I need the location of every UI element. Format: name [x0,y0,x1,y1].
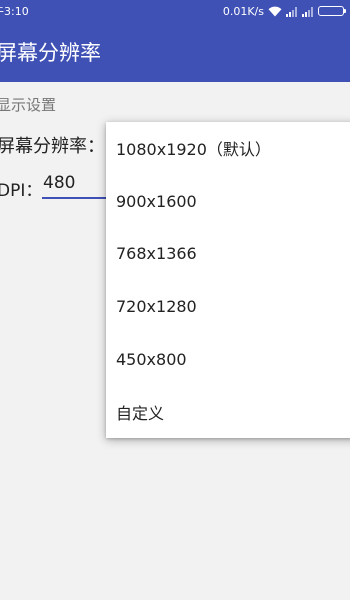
dropdown-option-768x1366[interactable]: 768x1366 [106,227,350,280]
battery-icon [318,6,346,16]
dropdown-option-900x1600[interactable]: 900x1600 [106,175,350,228]
resolution-dropdown-menu: 1080x1920（默认） 900x1600 768x1366 720x1280… [106,122,350,438]
status-time: 午3:10 [0,5,29,18]
status-indicators: 0.01K/s [222,3,346,19]
dpi-label: DPI： [0,181,43,201]
wifi-icon [268,6,282,17]
dropdown-option-custom[interactable]: 自定义 [106,385,350,438]
signal-icon [286,6,298,17]
page-title: 屏幕分辨率 [0,41,101,65]
dropdown-option-720x1280[interactable]: 720x1280 [106,280,350,333]
section-header-display-settings: 显示设置 [0,96,57,114]
status-bar: 午3:10 0.01K/s [0,0,350,22]
resolution-label: 屏幕分辨率： [0,136,105,157]
dropdown-option-450x800[interactable]: 450x800 [106,333,350,386]
dropdown-option-1080x1920[interactable]: 1080x1920（默认） [106,122,350,175]
network-speed: 0.01K/s [222,4,264,18]
app-header: 午3:10 0.01K/s [0,0,350,82]
signal-icon [302,6,314,17]
screen: 午3:10 0.01K/s [0,0,350,600]
